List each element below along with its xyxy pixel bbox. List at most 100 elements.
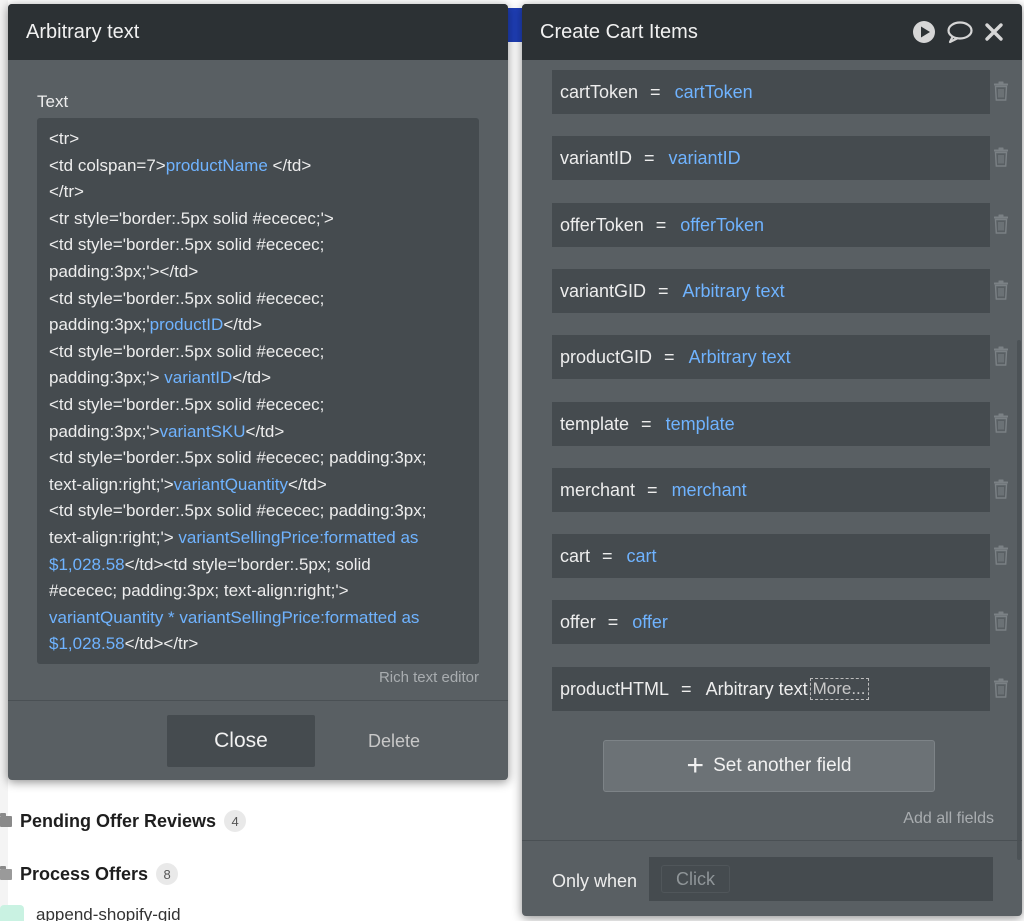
panel-header[interactable]: Create Cart Items (522, 4, 1022, 60)
comment-icon[interactable] (946, 20, 974, 44)
static-text-token: </td> (245, 421, 285, 441)
field-assignment[interactable]: template = template (552, 402, 990, 446)
close-button[interactable]: Close (167, 715, 315, 767)
text-expression-editor[interactable]: <tr> <td colspan=7>productName </td> </tr>… (37, 118, 479, 664)
dynamic-expression-token[interactable]: variantQuantity * variantSellingPrice:fo… (49, 608, 419, 627)
field-assignment[interactable]: productHTML = Arbitrary text More... (552, 667, 990, 711)
dynamic-expression-token[interactable]: variantSKU (160, 422, 246, 441)
expression-line: <tr style='border:.5px solid #ececec;'> (49, 206, 467, 233)
equals-sign: = (647, 479, 658, 500)
field-value[interactable]: cart (627, 546, 657, 567)
field-value[interactable]: cartToken (675, 82, 753, 103)
dynamic-expression-token[interactable]: productID (150, 315, 224, 334)
scrollbar[interactable] (1017, 340, 1021, 860)
field-key: merchant (560, 479, 636, 500)
background-sidebar (0, 0, 8, 921)
only-when-section: Only when Click (522, 840, 1022, 916)
trash-icon[interactable] (992, 213, 1010, 235)
field-key: variantID (560, 147, 633, 168)
expression-line: <tr> (49, 126, 467, 153)
dynamic-expression-token[interactable]: variantID (164, 368, 232, 387)
field-assignment[interactable]: variantID = variantID (552, 136, 990, 180)
field-assignment[interactable]: offerToken = offerToken (552, 203, 990, 247)
add-all-fields-link[interactable]: Add all fields (903, 810, 994, 828)
rich-text-editor-link[interactable]: Rich text editor (37, 669, 479, 686)
field-assignment[interactable]: cart = cart (552, 534, 990, 578)
trash-icon[interactable] (992, 80, 1010, 102)
field-row-producthtml: productHTML = Arbitrary text More... (552, 667, 1022, 711)
workflow-folder-process-offers[interactable]: Process Offers 8 (0, 863, 179, 885)
field-value[interactable]: Arbitrary text (706, 679, 808, 700)
expression-line: $1,028.58</td></tr> (49, 631, 467, 658)
field-value[interactable]: offer (632, 612, 668, 633)
field-key: productHTML (560, 678, 670, 699)
field-assignment[interactable]: cartToken = cartToken (552, 70, 990, 114)
play-icon[interactable] (912, 20, 936, 44)
field-row-merchant: merchant = merchant (552, 468, 1022, 512)
expression-line: padding:3px;'>variantSKU</td> (49, 419, 467, 446)
static-text-token: <td style='border:.5px solid #ececec; pa… (49, 501, 427, 521)
static-text-token: text-align:right;'> (49, 474, 174, 494)
field-value[interactable]: template (666, 414, 735, 435)
field-value[interactable]: Arbitrary text (683, 281, 785, 302)
trash-icon[interactable] (992, 677, 1010, 699)
field-row-variantid: variantID = variantID (552, 136, 1022, 180)
static-text-token: padding:3px;'> (49, 421, 160, 441)
static-text-token: </tr> (49, 182, 84, 202)
dynamic-expression-token[interactable]: variantQuantity (174, 475, 288, 494)
expression-line: text-align:right;'> variantSellingPrice:… (49, 525, 467, 552)
expression-line: padding:3px;'> variantID</td> (49, 365, 467, 392)
only-when-click-placeholder[interactable]: Click (661, 865, 730, 893)
equals-sign: = (681, 678, 692, 699)
only-when-condition-field[interactable]: Click (649, 857, 993, 901)
expression-line: text-align:right;'>variantQuantity</td> (49, 472, 467, 499)
expression-line: <td style='border:.5px solid #ececec; pa… (49, 445, 467, 472)
workflow-item-label: append-shopify-gid (36, 905, 181, 921)
set-another-field-button[interactable]: + Set another field (603, 740, 935, 792)
expression-line: $1,028.58</td><td style='border:.5px; so… (49, 552, 467, 579)
text-field-label: Text (37, 92, 69, 111)
panel-header[interactable]: Arbitrary text (8, 4, 508, 60)
dynamic-expression-token[interactable]: $1,028.58 (49, 634, 125, 653)
close-icon[interactable] (984, 22, 1004, 42)
static-text-token: text-align:right;'> (49, 527, 179, 547)
field-assignment[interactable]: variantGID = Arbitrary text (552, 269, 990, 313)
trash-icon[interactable] (992, 279, 1010, 301)
static-text-token: </td></tr> (124, 634, 199, 654)
field-value[interactable]: offerToken (680, 215, 764, 236)
equals-sign: = (602, 545, 613, 566)
field-value[interactable]: Arbitrary text (689, 347, 791, 368)
field-row-cart: cart = cart (552, 534, 1022, 578)
more-link[interactable]: More... (809, 678, 869, 700)
trash-icon[interactable] (992, 478, 1010, 500)
equals-sign: = (607, 611, 619, 632)
folder-icon (0, 812, 12, 827)
workflow-item-append-shopify-gid[interactable]: append-shopify-gid (0, 905, 181, 921)
workflow-folder-pending-offer-reviews[interactable]: Pending Offer Reviews 4 (0, 810, 247, 832)
static-text-token: padding:3px;' (49, 315, 150, 335)
dynamic-expression-token[interactable]: $1,028.58 (49, 555, 125, 574)
dynamic-expression-token[interactable]: productName (166, 156, 268, 175)
field-assignment[interactable]: productGID = Arbitrary text (552, 335, 990, 379)
expression-line: <td style='border:.5px solid #ececec; (49, 339, 467, 366)
delete-button[interactable]: Delete (349, 715, 439, 767)
field-row-template: template = template (552, 402, 1022, 446)
trash-icon[interactable] (992, 610, 1010, 632)
trash-icon[interactable] (992, 345, 1010, 367)
equals-sign: = (655, 214, 667, 235)
expression-line: <td colspan=7>productName </td> (49, 153, 467, 180)
field-assignment[interactable]: merchant = merchant (552, 468, 990, 512)
field-value[interactable]: variantID (669, 148, 741, 169)
expression-line: #ececec; padding:3px; text-align:right;'… (49, 578, 467, 605)
field-value[interactable]: merchant (672, 480, 747, 501)
field-row-offer: offer = offer (552, 600, 1022, 644)
panel-title: Arbitrary text (26, 20, 140, 43)
trash-icon[interactable] (992, 412, 1010, 434)
expression-line: <td style='border:.5px solid #ececec; (49, 392, 467, 419)
expression-line: <td style='border:.5px solid #ececec; (49, 232, 467, 259)
trash-icon[interactable] (992, 146, 1010, 168)
trash-icon[interactable] (992, 544, 1010, 566)
equals-sign: = (658, 280, 669, 301)
field-assignment[interactable]: offer = offer (552, 600, 990, 644)
dynamic-expression-token[interactable]: variantSellingPrice:formatted as (178, 528, 418, 547)
